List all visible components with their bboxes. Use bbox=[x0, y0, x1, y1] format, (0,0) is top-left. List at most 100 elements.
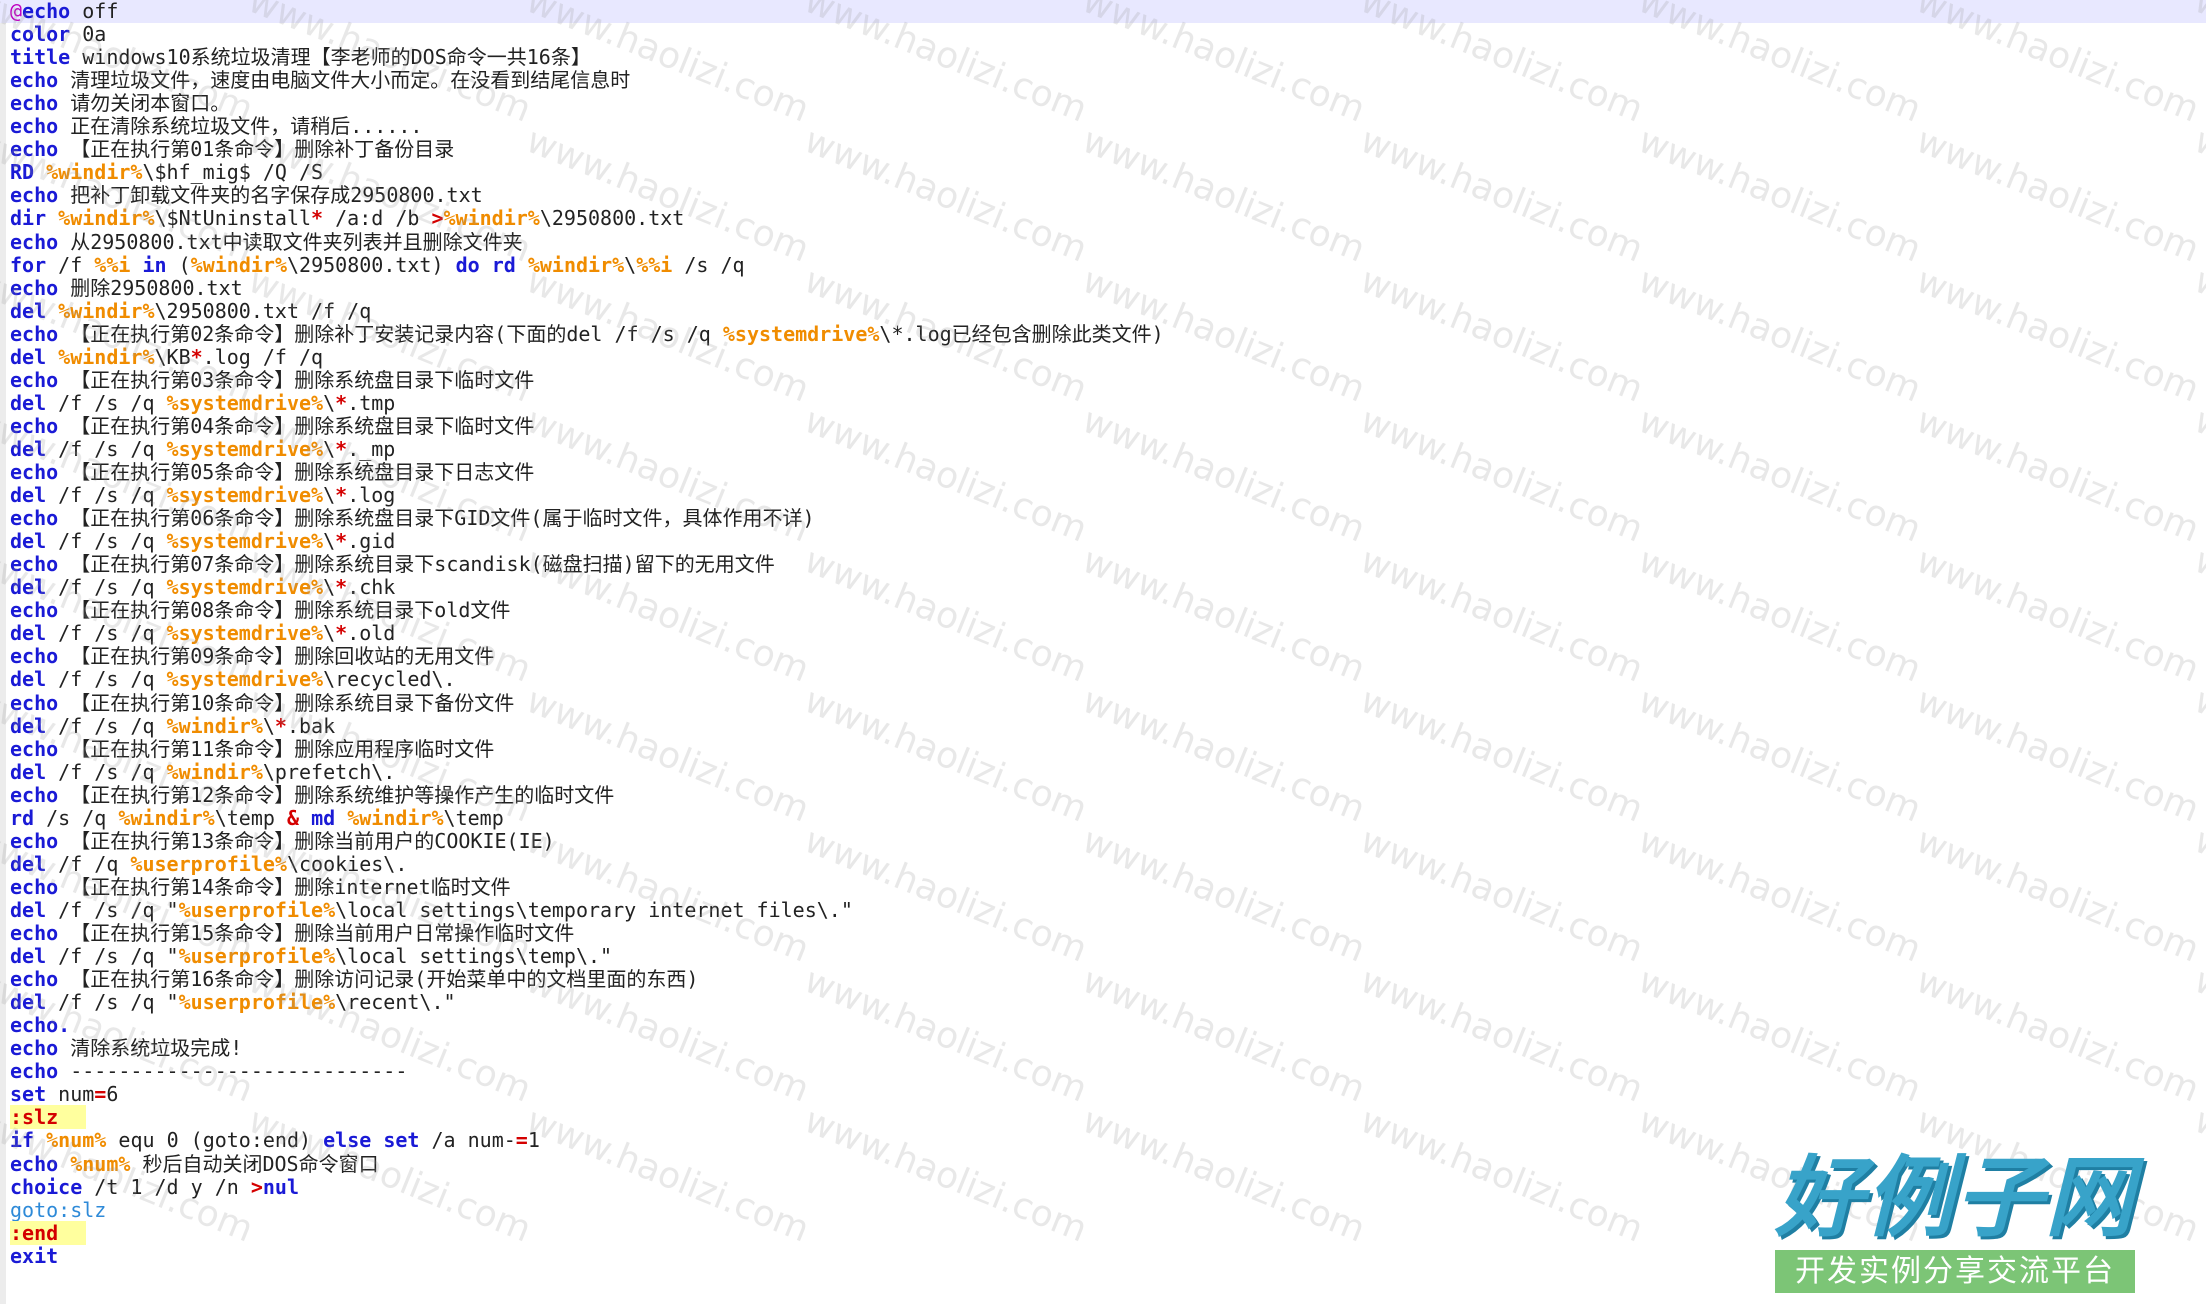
code-line[interactable]: echo 【正在执行第15条命令】删除当前用户日常操作临时文件 bbox=[0, 922, 2206, 945]
code-line[interactable]: echo 请勿关闭本窗口。 bbox=[0, 92, 2206, 115]
code-token: & bbox=[286, 806, 300, 830]
code-token: 6 bbox=[106, 1082, 119, 1106]
code-line[interactable]: del /f /s /q %systemdrive%\*.log bbox=[0, 484, 2206, 507]
code-line[interactable]: echo 【正在执行第09条命令】删除回收站的无用文件 bbox=[0, 645, 2206, 668]
code-line[interactable]: del /f /s /q "%userprofile%\local settin… bbox=[0, 945, 2206, 968]
code-line[interactable]: echo 【正在执行第11条命令】删除应用程序临时文件 bbox=[0, 738, 2206, 761]
code-line[interactable]: color 0a bbox=[0, 23, 2206, 46]
code-token: 删除2950800.txt bbox=[58, 276, 243, 300]
code-token: del bbox=[10, 760, 47, 784]
code-line[interactable]: echo 【正在执行第02条命令】删除补丁安装记录内容(下面的del /f /s… bbox=[0, 323, 2206, 346]
code-line[interactable]: echo. bbox=[0, 1014, 2206, 1037]
code-token: %windir% bbox=[46, 160, 143, 184]
code-line[interactable]: echo 【正在执行第04条命令】删除系统盘目录下临时文件 bbox=[0, 415, 2206, 438]
code-line[interactable]: echo 清理垃圾文件，速度由电脑文件大小而定。在没看到结尾信息时 bbox=[0, 69, 2206, 92]
code-line[interactable]: del /f /s /q "%userprofile%\local settin… bbox=[0, 899, 2206, 922]
code-line[interactable]: echo 【正在执行第01条命令】删除补丁备份目录 bbox=[0, 138, 2206, 161]
code-line[interactable]: del /f /s /q %systemdrive%\*.chk bbox=[0, 576, 2206, 599]
code-line[interactable]: echo 【正在执行第03条命令】删除系统盘目录下临时文件 bbox=[0, 369, 2206, 392]
code-token: .old bbox=[347, 621, 396, 645]
code-line[interactable]: echo 清除系统垃圾完成! bbox=[0, 1037, 2206, 1060]
code-token: del bbox=[10, 898, 47, 922]
code-line[interactable]: @echo off bbox=[0, 0, 2206, 23]
code-line[interactable]: echo 【正在执行第12条命令】删除系统维护等操作产生的临时文件 bbox=[0, 784, 2206, 807]
code-token: ( bbox=[166, 253, 191, 277]
code-line[interactable]: echo 从2950800.txt中读取文件夹列表并且删除文件夹 bbox=[0, 231, 2206, 254]
code-line[interactable]: del %windir%\KB*.log /f /q bbox=[0, 346, 2206, 369]
code-line[interactable]: dir %windir%\$NtUninstall* /a:d /b >%win… bbox=[0, 207, 2206, 230]
code-token: echo bbox=[10, 1059, 59, 1083]
code-token: echo. bbox=[10, 1013, 71, 1037]
code-token: * bbox=[335, 621, 348, 645]
code-line[interactable]: echo 【正在执行第05条命令】删除系统盘目录下日志文件 bbox=[0, 461, 2206, 484]
code-line[interactable]: for /f %%i in (%windir%\2950800.txt) do … bbox=[0, 254, 2206, 277]
code-token: * bbox=[335, 391, 348, 415]
code-line[interactable]: echo 【正在执行第10条命令】删除系统目录下备份文件 bbox=[0, 692, 2206, 715]
code-token: echo bbox=[10, 368, 59, 392]
code-editor[interactable]: @echo off color 0a title windows10系统垃圾清理【李… bbox=[0, 0, 2206, 1304]
code-token: echo bbox=[10, 137, 59, 161]
code-token: RD bbox=[10, 160, 35, 184]
code-token: echo bbox=[10, 691, 59, 715]
logo-title: 好例子网 bbox=[1775, 1146, 2136, 1249]
code-token: %windir% bbox=[118, 806, 215, 830]
code-line[interactable]: echo 删除2950800.txt bbox=[0, 277, 2206, 300]
code-line[interactable]: echo 正在清除系统垃圾文件，请稍后...... bbox=[0, 115, 2206, 138]
code-line[interactable]: del /f /s /q %systemdrive%\*.gid bbox=[0, 530, 2206, 553]
code-line[interactable]: echo 【正在执行第13条命令】删除当前用户的COOKIE(IE) bbox=[0, 830, 2206, 853]
code-token: %systemdrive% bbox=[166, 575, 324, 599]
code-line[interactable]: :slz bbox=[0, 1105, 2206, 1129]
code-token: equ 0 (goto:end) bbox=[106, 1128, 324, 1152]
code-token: del bbox=[10, 483, 47, 507]
code-line[interactable]: echo 【正在执行第14条命令】删除internet临时文件 bbox=[0, 876, 2206, 899]
code-line[interactable]: set num=6 bbox=[0, 1083, 2206, 1106]
code-line[interactable]: del /f /s /q %windir%\prefetch\. bbox=[0, 761, 2206, 784]
code-line[interactable]: title windows10系统垃圾清理【李老师的DOS命令一共16条】 bbox=[0, 46, 2206, 69]
code-line[interactable]: del /f /s /q %systemdrive%\*._mp bbox=[0, 438, 2206, 461]
code-token: echo bbox=[10, 644, 59, 668]
code-token: 把补丁卸载文件夹的名字保存成2950800.txt bbox=[58, 183, 483, 207]
code-token: 【正在执行第01条命令】删除补丁备份目录 bbox=[58, 137, 455, 161]
code-token: @ bbox=[10, 0, 23, 23]
code-line[interactable]: echo 【正在执行第07条命令】删除系统目录下scandisk(磁盘扫描)留下… bbox=[0, 553, 2206, 576]
code-line[interactable]: echo 【正在执行第16条命令】删除访问记录(开始菜单中的文档里面的东西) bbox=[0, 968, 2206, 991]
code-line[interactable]: del /f /s /q %systemdrive%\recycled\. bbox=[0, 668, 2206, 691]
code-line[interactable]: del %windir%\2950800.txt /f /q bbox=[0, 300, 2206, 323]
code-token: /t 1 /d y /n bbox=[82, 1175, 251, 1199]
code-line[interactable]: del /f /q %userprofile%\cookies\. bbox=[0, 853, 2206, 876]
code-line[interactable]: echo 【正在执行第06条命令】删除系统盘目录下GID文件(属于临时文件，具体… bbox=[0, 507, 2206, 530]
code-line[interactable]: del /f /s /q %systemdrive%\*.old bbox=[0, 622, 2206, 645]
code-token: 正在清除系统垃圾文件，请稍后...... bbox=[58, 114, 423, 138]
code-token: /f /s /q bbox=[46, 714, 167, 738]
code-line[interactable]: del /f /s /q "%userprofile%\recent\." bbox=[0, 991, 2206, 1014]
code-token: \ bbox=[323, 391, 336, 415]
code-line[interactable]: rd /s /q %windir%\temp & md %windir%\tem… bbox=[0, 807, 2206, 830]
code-token: del bbox=[10, 391, 47, 415]
code-token: 【正在执行第13条命令】删除当前用户的COOKIE(IE) bbox=[58, 829, 555, 853]
logo-tagline: 开发实例分享交流平台 bbox=[1775, 1250, 2135, 1293]
code-token: %%i bbox=[94, 253, 131, 277]
code-token: echo bbox=[10, 230, 59, 254]
code-token: del bbox=[10, 714, 47, 738]
code-token: %windir% bbox=[527, 253, 625, 277]
code-token: echo bbox=[10, 875, 59, 899]
code-line[interactable]: RD %windir%\$hf_mig$ /Q /S bbox=[0, 161, 2206, 184]
code-line[interactable]: echo ---------------------------- bbox=[0, 1060, 2206, 1083]
code-token: \ bbox=[323, 483, 336, 507]
code-line[interactable]: echo 【正在执行第08条命令】删除系统目录下old文件 bbox=[0, 599, 2206, 622]
code-line[interactable]: echo 把补丁卸载文件夹的名字保存成2950800.txt bbox=[0, 184, 2206, 207]
code-token: %windir% bbox=[443, 206, 540, 230]
code-token: echo bbox=[10, 829, 59, 853]
code-token: set bbox=[10, 1082, 47, 1106]
code-token: %windir% bbox=[190, 253, 287, 277]
code-line[interactable]: del /f /s /q %systemdrive%\*.tmp bbox=[0, 392, 2206, 415]
code-token: \temp bbox=[443, 806, 504, 830]
code-line[interactable]: del /f /s /q %windir%\*.bak bbox=[0, 715, 2206, 738]
code-token: \ bbox=[323, 621, 336, 645]
code-token: /s /q bbox=[672, 253, 745, 277]
code-token: > bbox=[431, 206, 444, 230]
